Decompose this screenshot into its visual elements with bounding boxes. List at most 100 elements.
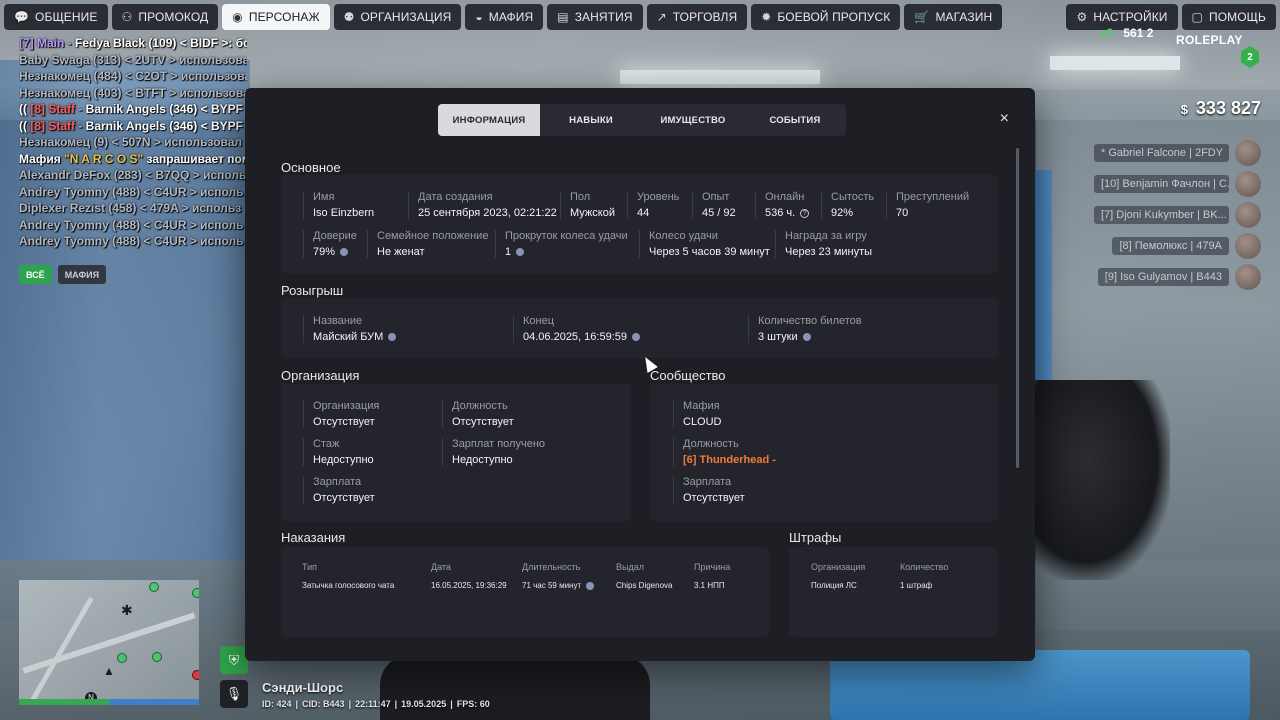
chat-message: Baby Swaga (313) < 2UTV > использовал "М… [19, 52, 247, 69]
chat-message: [7] Main - Fedya Black (109) < BIDF >: б… [19, 35, 247, 52]
field-value: Недоступно [452, 454, 545, 466]
field-org-tenure: Стаж Недоступно [303, 438, 374, 466]
users-icon: ⚉ [343, 10, 355, 24]
scrollbar[interactable] [1016, 148, 1019, 468]
location-name: Сэнди-Шорс [262, 680, 344, 695]
field-label: Награда за игру [785, 230, 867, 242]
chat-tab-all[interactable]: ВСЁ [19, 265, 52, 284]
info-icon[interactable] [586, 581, 595, 590]
tab-info[interactable]: ИНФОРМАЦИЯ [438, 104, 540, 136]
field-label: Название [313, 315, 363, 327]
main-nav: 💬 ОБЩЕНИЕ ⚇ ПРОМОКОД ◉ ПЕРСОНАЖ ⚉ ОРГАНИ… [4, 4, 1003, 30]
field-raffle-name: Название Майский БУМ [303, 315, 397, 343]
chat-segment: Baby Swaga (313) < 2UTV > использовал [19, 52, 247, 67]
value-text: 3 штуки [758, 331, 798, 343]
nav-mafia[interactable]: ◒ МАФИЯ [465, 4, 544, 30]
chat-segment: (( [19, 118, 31, 133]
field-label: Онлайн [765, 191, 805, 203]
nav-organization[interactable]: ⚉ ОРГАНИЗАЦИЯ [333, 4, 462, 30]
player-name: [7] Djoni Kukymber | BK... [1094, 206, 1229, 224]
field-value: CLOUD [683, 416, 722, 428]
field-value: 3 штуки [758, 331, 862, 343]
field-label: Опыт [702, 191, 730, 203]
online-count: 561 2 [1123, 26, 1154, 40]
chat-segment: (( [19, 102, 31, 116]
value-text: 44 [637, 207, 650, 219]
server-info: x3 561 2 [1100, 26, 1153, 40]
map-marker [192, 670, 199, 680]
nav-label: МАФИЯ [488, 10, 534, 24]
nav-promocode[interactable]: ⚇ ПРОМОКОД [111, 4, 219, 30]
player-tag: [9] Iso Gulyamov | B443 [1097, 264, 1261, 290]
chat-segment: "N A R C O S" [64, 151, 144, 166]
basic-panel [281, 175, 998, 273]
field-value: Недоступно [313, 454, 374, 466]
field-label: Уровень [637, 191, 680, 203]
field-label: Колесо удачи [649, 230, 718, 242]
field-org: Организация Отсутствует [303, 400, 379, 428]
chat-segment: Мафия [19, 151, 65, 166]
section-title-community: Сообщество [650, 368, 726, 383]
field-label: Имя [313, 191, 335, 203]
tab-property[interactable]: ИМУЩЕСТВО [642, 104, 744, 136]
close-icon[interactable]: × [1000, 111, 1009, 127]
field-value: Мужской [570, 207, 615, 219]
nav-shop[interactable]: 🛒 МАГАЗИН [904, 4, 1003, 30]
chat-segment: запрашивает пом [143, 151, 247, 166]
cell-count: 1 штраф [900, 581, 933, 590]
field-value: 04.06.2025, 16:59:59 [523, 331, 640, 343]
chat-message: Andrey Tyomny (488) < C4UR > исполь [19, 217, 247, 234]
fines-panel [789, 547, 998, 637]
nav-character[interactable]: ◉ ПЕРСОНАЖ [222, 4, 330, 30]
field-value: Отсутствует [313, 416, 379, 428]
field-created: Дата создания 25 сентября 2023, 02:21:22 [408, 191, 557, 219]
character-modal: ИНФОРМАЦИЯ НАВЫКИ ИМУЩЕСТВО СОБЫТИЯ × Ос… [245, 88, 1035, 661]
chat-message: Незнакомец (484) < C2OT > использовал "М… [19, 68, 247, 85]
cell-org: Полиция ЛС [811, 581, 857, 590]
chat-segment: Fedya Black (109) < BIDF >: богдан [75, 36, 247, 50]
tab-skills[interactable]: НАВЫКИ [540, 104, 642, 136]
info-icon[interactable] [802, 333, 811, 341]
scroll-thumb[interactable] [1016, 148, 1019, 468]
info-icon[interactable] [340, 248, 349, 256]
chat-segment: Alexandr DeFox (283) < B7QQ > использ [19, 168, 247, 182]
field-label: Пол [570, 191, 591, 203]
chat-tab-mafia[interactable]: МАФИЯ [57, 265, 107, 284]
nav-obshenie[interactable]: 💬 ОБЩЕНИЕ [4, 4, 108, 30]
user-circle-icon: ◉ [232, 10, 243, 24]
field-label: Зарплата [313, 476, 362, 488]
chat-segment: [7] Main [19, 36, 65, 50]
field-raffle-tickets: Количество билетов 3 штуки [748, 315, 862, 343]
help-icon[interactable]: ? [800, 208, 810, 218]
nav-activities[interactable]: ▤ ЗАНЯТИЯ [547, 4, 643, 30]
status-cid: CID: B443 [302, 699, 345, 709]
field-value: 45 / 92 [702, 207, 736, 219]
field-org-position: Должность Отсутствует [442, 400, 514, 428]
avatar [1235, 233, 1261, 259]
info-icon[interactable] [631, 333, 640, 341]
chat-message: Andrey Tyomny (488) < C4UR > исполь [19, 184, 247, 201]
nav-label: ПРОМОКОД [138, 10, 209, 24]
chat-segment: - [64, 36, 76, 50]
chat-segment: [8] Staff [30, 102, 75, 116]
nav-label: МАГАЗИН [935, 10, 993, 24]
cart-icon: 🛒 [914, 10, 930, 24]
value-text: [6] Thunderhead - [683, 454, 776, 466]
microphone-icon: 🎙 [220, 680, 248, 708]
chat-segment: Barnik Angels (346) < BYPF [85, 102, 243, 116]
nav-battle-pass[interactable]: ✹ БОЕВОЙ ПРОПУСК [751, 4, 901, 30]
chat-message: Незнакомец (9) < 507N > использовал [19, 134, 247, 151]
nav-help[interactable]: ▢ ПОМОЩЬ [1181, 4, 1276, 30]
chat-log: [7] Main - Fedya Black (109) < BIDF >: б… [19, 35, 247, 250]
cell-text: 71 час 59 минут [522, 581, 582, 590]
money-amount: 333 827 [1195, 98, 1261, 118]
value-text: 04.06.2025, 16:59:59 [523, 331, 627, 343]
field-wheel-spins: Прокруток колеса удачи 1 [495, 230, 628, 258]
info-icon[interactable] [388, 333, 397, 341]
health-bar [19, 699, 109, 705]
player-name: [8] Пемолюкс | 479A [1112, 237, 1229, 255]
info-icon[interactable] [516, 248, 525, 256]
tab-events[interactable]: СОБЫТИЯ [744, 104, 846, 136]
gear-icon: ⚙ [1076, 10, 1088, 24]
nav-trade[interactable]: ↗ ТОРГОВЛЯ [646, 4, 748, 30]
